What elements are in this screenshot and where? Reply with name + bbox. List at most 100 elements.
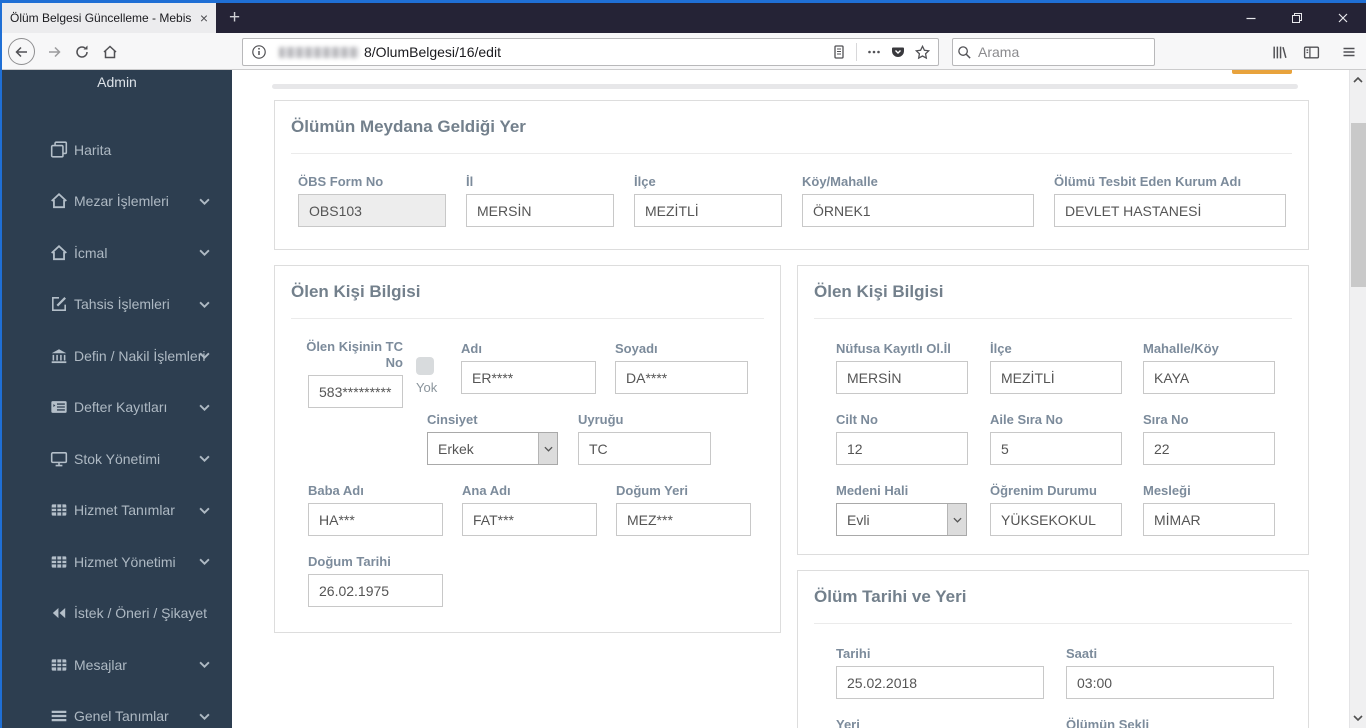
tc-no-label: Ölen Kişinin TC No	[306, 339, 403, 370]
baba-adi-input[interactable]	[308, 503, 443, 536]
cilt-no-input[interactable]	[836, 432, 968, 465]
sidebar-item-stok-yonetimi[interactable]: Stok Yönetimi	[2, 433, 232, 485]
browser-window: Ölüm Belgesi Güncelleme - Mebis × + 8/Ol…	[0, 0, 1366, 728]
home-button[interactable]	[96, 38, 124, 66]
saati-input[interactable]	[1066, 666, 1274, 699]
new-tab-button[interactable]: +	[216, 3, 253, 33]
sidebar-item-label: Hizmet Yönetimi	[74, 553, 176, 570]
sidebar-item-tahsis-islemleri[interactable]: Tahsis İşlemleri	[2, 279, 232, 331]
panel-divider	[291, 318, 764, 319]
sidebar-item-mesajlar[interactable]: Mesajlar	[2, 639, 232, 691]
sidebar-nav: Harita Mezar İşlemleri İcmal Tahsis İşle…	[2, 124, 232, 728]
sidebar-item-defin-nakil[interactable]: Defin / Nakil İşlemleri	[2, 330, 232, 382]
aile-sira-no-input[interactable]	[990, 432, 1122, 465]
panel-olen-kisi-bilgisi-nufus: Ölen Kişi Bilgisi Nüfusa Kayıtlı Ol.İl İ…	[797, 265, 1309, 555]
sidebar-item-mezar-islemleri[interactable]: Mezar İşlemleri	[2, 176, 232, 228]
scroll-down-button[interactable]	[1350, 710, 1366, 726]
nufus-ilce-label: İlçe	[990, 341, 1012, 356]
ilce-input[interactable]	[634, 194, 782, 227]
cinsiyet-select[interactable]: Erkek	[427, 432, 558, 465]
sidebar-user: Admin	[97, 74, 137, 90]
search-bar[interactable]	[952, 38, 1159, 66]
medeni-hali-value: Evli	[847, 511, 870, 528]
ogrenim-durumu-input[interactable]	[990, 503, 1122, 536]
bars-icon	[50, 707, 68, 725]
vertical-scrollbar[interactable]	[1349, 70, 1366, 728]
soyadi-input[interactable]	[615, 361, 748, 394]
sidebar-item-hizmet-yonetimi[interactable]: Hizmet Yönetimi	[2, 536, 232, 588]
site-info-icon[interactable]	[247, 40, 271, 64]
window-close-button[interactable]	[1320, 3, 1366, 33]
dogum-yeri-input[interactable]	[616, 503, 751, 536]
sidebar-item-label: Harita	[74, 141, 112, 158]
tab-close-icon[interactable]: ×	[200, 10, 208, 26]
library-button[interactable]	[1265, 38, 1293, 66]
tc-yok-checkbox[interactable]	[416, 357, 434, 375]
pocket-icon[interactable]	[886, 40, 910, 64]
sidebar-item-label: Genel Tanımlar	[74, 708, 169, 725]
sira-no-input[interactable]	[1143, 432, 1275, 465]
tc-yok-label: Yok	[416, 380, 438, 395]
panel-title: Ölen Kişi Bilgisi	[291, 282, 421, 301]
chevron-down-icon	[199, 404, 210, 411]
sidebar-item-label: Mezar İşlemleri	[74, 193, 169, 210]
backward-icon	[50, 604, 68, 622]
page-content: Ölümün Meydana Geldiği Yer ÖBS Form No İ…	[232, 70, 1349, 728]
bookmark-star-icon[interactable]	[910, 40, 934, 64]
adi-input[interactable]	[461, 361, 596, 394]
chevron-down-icon	[947, 504, 966, 535]
sidebar-item-harita[interactable]: Harita	[2, 124, 232, 176]
clipped-orange-button[interactable]	[1232, 70, 1292, 74]
kurum-adi-input[interactable]	[1054, 194, 1286, 227]
table-icon	[50, 501, 68, 519]
window-minimize-button[interactable]	[1228, 3, 1274, 33]
reader-mode-icon[interactable]	[827, 40, 851, 64]
reload-icon	[76, 45, 88, 58]
nufus-il-input[interactable]	[836, 361, 968, 394]
minimize-icon	[1246, 17, 1256, 20]
home-icon	[103, 45, 117, 59]
nufus-ilce-input[interactable]	[990, 361, 1122, 394]
sidebar-item-hizmet-tanimlar[interactable]: Hizmet Tanımlar	[2, 485, 232, 537]
koy-mahalle-input[interactable]	[802, 194, 1034, 227]
window-restore-button[interactable]	[1274, 3, 1320, 33]
meslegi-input[interactable]	[1143, 503, 1275, 536]
scrollbar-thumb[interactable]	[1351, 123, 1366, 287]
uyrugu-input[interactable]	[578, 432, 711, 465]
sidebar-item-defter-kayitlari[interactable]: Defter Kayıtları	[2, 382, 232, 434]
cinsiyet-label: Cinsiyet	[427, 412, 478, 427]
dogum-tarihi-input[interactable]	[308, 574, 443, 607]
sidebars-button[interactable]	[1297, 38, 1325, 66]
chevron-down-icon	[1353, 715, 1363, 721]
il-input[interactable]	[466, 194, 614, 227]
close-icon	[1338, 13, 1348, 23]
menu-button[interactable]	[1335, 38, 1363, 66]
sidebar-item-genel-tanimlar[interactable]: Genel Tanımlar	[2, 691, 232, 728]
meslegi-label: Mesleği	[1143, 483, 1191, 498]
url-redacted-segment	[279, 46, 359, 58]
url-text[interactable]: 8/OlumBelgesi/16/edit	[364, 44, 501, 60]
page-actions-icon[interactable]	[862, 40, 886, 64]
browser-toolbar: 8/OlumBelgesi/16/edit	[2, 33, 1366, 70]
back-button[interactable]	[8, 38, 35, 65]
ana-adi-input[interactable]	[462, 503, 597, 536]
sidebar-item-icmal[interactable]: İcmal	[2, 227, 232, 279]
tarihi-input[interactable]	[836, 666, 1044, 699]
mahalle-koy-input[interactable]	[1143, 361, 1275, 394]
medeni-hali-select[interactable]: Evli	[836, 503, 967, 536]
search-input[interactable]	[978, 44, 1159, 60]
chevron-down-icon	[538, 433, 557, 464]
obs-form-no-input[interactable]	[298, 194, 446, 227]
browser-tab[interactable]: Ölüm Belgesi Güncelleme - Mebis ×	[2, 3, 216, 33]
url-bar[interactable]: 8/OlumBelgesi/16/edit	[242, 38, 939, 66]
scroll-up-button[interactable]	[1350, 72, 1366, 88]
sidebar-item-istek-oneri-sikayet[interactable]: İstek / Öneri / Şikayet	[2, 588, 232, 640]
tc-no-input[interactable]	[308, 375, 403, 408]
forward-button[interactable]	[40, 38, 68, 66]
reload-button[interactable]	[68, 38, 96, 66]
content-top-divider	[272, 84, 1298, 89]
il-label: İl	[466, 174, 474, 189]
ilce-label: İlçe	[634, 174, 656, 189]
table-icon	[50, 553, 68, 571]
nufus-il-label: Nüfusa Kayıtlı Ol.İl	[836, 341, 951, 356]
